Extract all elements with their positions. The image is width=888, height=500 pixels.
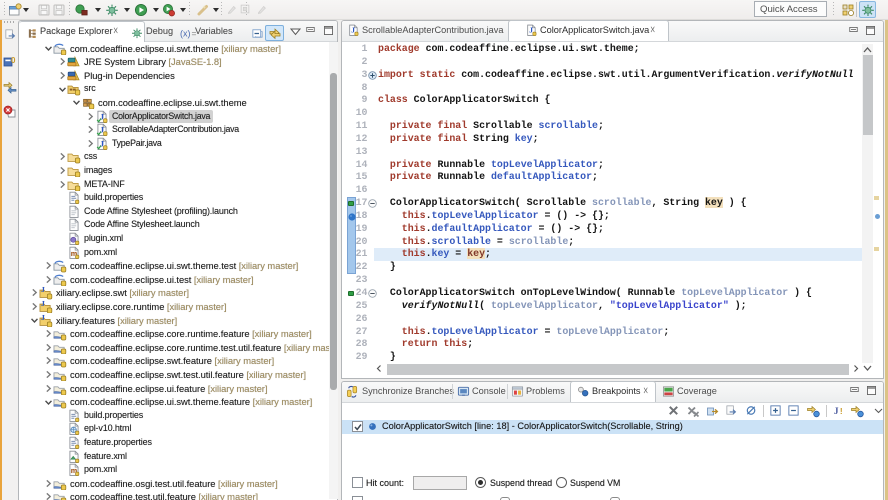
svg-text:0: 0: [11, 56, 16, 65]
